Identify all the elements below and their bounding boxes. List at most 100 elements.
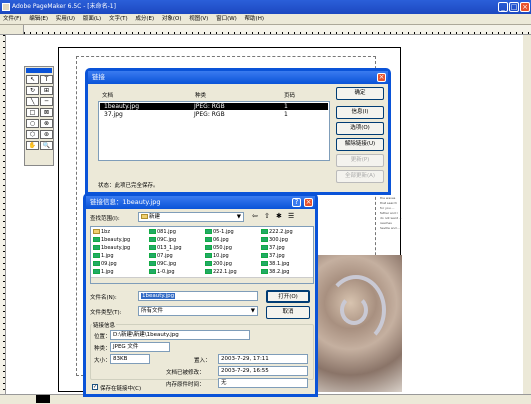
original-modified-label: 内存原件时间：	[166, 382, 205, 388]
close-button[interactable]: ×	[520, 2, 530, 12]
ellipse-tool[interactable]: ○	[26, 119, 39, 128]
image-file-icon	[149, 261, 156, 266]
rectangle-frame-tool[interactable]: ⊠	[40, 108, 53, 117]
hand-tool[interactable]: ✋	[26, 141, 39, 150]
constrained-line-tool[interactable]: ─	[40, 97, 53, 106]
text-tool[interactable]: T	[40, 75, 53, 84]
vertical-scrollbar[interactable]	[523, 35, 531, 394]
file-item[interactable]: 1beauty.jpg	[93, 237, 130, 244]
file-item[interactable]: 300.jpg	[261, 237, 288, 244]
file-item[interactable]: 37.jpg	[261, 245, 285, 252]
unlink-button[interactable]: 解除链接(U)	[336, 138, 384, 151]
file-item[interactable]: 05-1.jpg	[205, 229, 234, 236]
menu-utilities[interactable]: 实用(U)	[53, 14, 78, 25]
file-item[interactable]: 200.jpg	[205, 261, 232, 268]
links-list-row[interactable]: 1beauty.jpg JPEG: RGB 1	[100, 103, 328, 110]
links-list[interactable]: 1beauty.jpg JPEG: RGB 1 37.jpg JPEG: RGB…	[98, 101, 330, 161]
menu-element[interactable]: 成分(E)	[132, 14, 157, 25]
file-item[interactable]: 1.jpg	[93, 253, 114, 260]
ok-button[interactable]: 确定	[336, 87, 384, 100]
file-item[interactable]: 1beauty.jpg	[93, 245, 130, 252]
cancel-button[interactable]: 取消	[266, 306, 310, 319]
crop-tool[interactable]: ⊞	[40, 86, 53, 95]
menu-object[interactable]: 对象(O)	[159, 14, 185, 25]
file-item[interactable]: 1-0.jpg	[149, 269, 175, 276]
options-button[interactable]: 选项(O)	[336, 122, 384, 135]
menu-layout[interactable]: 版面(L)	[80, 14, 104, 25]
menu-help[interactable]: 帮助(H)	[242, 14, 267, 25]
file-item[interactable]: 081.jpg	[149, 229, 176, 236]
file-list[interactable]: 1bz 1beauty.jpg 1beauty.jpg 1.jpg 09.jpg…	[90, 226, 314, 284]
image-file-icon	[149, 237, 156, 242]
file-item[interactable]: 013_1.jpg	[149, 245, 182, 252]
file-item[interactable]: 10.jpg	[205, 253, 229, 260]
update-button[interactable]: 更新(P)	[336, 154, 384, 167]
kind-label: 种类：	[94, 346, 111, 352]
file-item[interactable]: 222.1.jpg	[205, 269, 237, 276]
file-item[interactable]: 07.jpg	[149, 253, 173, 260]
info-button[interactable]: 信息(I)	[336, 106, 384, 119]
zoom-tool[interactable]: 🔍	[40, 141, 53, 150]
file-item[interactable]: 222.2.jpg	[261, 229, 293, 236]
look-in-label: 查找范围(I):	[90, 216, 120, 222]
file-item[interactable]: 09.jpg	[93, 261, 117, 268]
links-list-row[interactable]: 37.jpg JPEG: RGB 1	[100, 111, 328, 118]
file-item[interactable]: 050.jpg	[205, 245, 232, 252]
menu-file[interactable]: 文件(F)	[0, 14, 24, 25]
toolbox-title	[26, 68, 52, 73]
horizontal-ruler[interactable]	[24, 25, 531, 35]
file-item[interactable]: 1.jpg	[93, 269, 114, 276]
store-in-publication-checkbox[interactable]: ✓	[92, 384, 98, 390]
menu-window[interactable]: 窗口(W)	[213, 14, 240, 25]
page-icon[interactable]	[36, 395, 50, 403]
image-file-icon	[205, 245, 212, 250]
file-item[interactable]: 38.2.jpg	[261, 269, 289, 276]
filename-label: 文件名(N):	[90, 295, 117, 301]
filename-input[interactable]: 1beauty.jpg	[138, 291, 258, 301]
image-file-icon	[261, 269, 268, 274]
open-button[interactable]: 打开(O)	[266, 290, 310, 303]
file-item[interactable]: 38.1.jpg	[261, 261, 289, 268]
polygon-tool[interactable]: ⬡	[26, 130, 39, 139]
column-header-kind[interactable]: 种类	[195, 91, 206, 99]
image-file-icon	[149, 245, 156, 250]
column-header-page[interactable]: 页码	[284, 91, 295, 99]
menu-type[interactable]: 文字(T)	[106, 14, 131, 25]
document-text-frame[interactable]: the waves that search for you ... father…	[380, 196, 402, 296]
image-file-icon	[261, 245, 268, 250]
app-icon	[2, 3, 10, 11]
image-file-icon	[149, 229, 156, 234]
look-in-select[interactable]: 新建 ▼	[138, 212, 244, 222]
column-header-document[interactable]: 文档	[102, 91, 113, 99]
up-folder-icon[interactable]: ⇧	[264, 212, 270, 220]
update-all-button[interactable]: 全部更新(A)	[336, 170, 384, 183]
line-tool[interactable]: ╲	[26, 97, 39, 106]
file-item[interactable]: 1bz	[93, 229, 110, 236]
polygon-frame-tool[interactable]: ⊛	[40, 130, 53, 139]
link-info-dialog-close-icon[interactable]: ×	[304, 198, 313, 207]
file-item[interactable]: 37.jpg	[261, 253, 285, 260]
new-folder-icon[interactable]: ✱	[276, 212, 282, 220]
location-field: D:\新建\新建\1beauty.jpg	[110, 330, 250, 340]
maximize-button[interactable]: □	[509, 2, 519, 12]
placed-field: 2003-7-29, 17:11	[218, 354, 308, 364]
modified-label: 文档已被修改：	[166, 370, 205, 376]
menu-edit[interactable]: 编辑(E)	[26, 14, 51, 25]
view-menu-icon[interactable]: ☰	[288, 212, 294, 220]
pointer-tool[interactable]: ↖	[26, 75, 39, 84]
file-item[interactable]: 06.jpg	[205, 237, 229, 244]
file-item[interactable]: 09C.jpg	[149, 261, 176, 268]
filetype-select[interactable]: 所有文件 ▼	[138, 306, 258, 316]
rectangle-tool[interactable]: □	[26, 108, 39, 117]
minimize-button[interactable]: _	[498, 2, 508, 12]
ellipse-frame-tool[interactable]: ⊗	[40, 119, 53, 128]
menu-view[interactable]: 视图(V)	[186, 14, 211, 25]
file-list-scrollbar[interactable]	[91, 277, 313, 283]
ruler-corner[interactable]	[0, 25, 24, 35]
image-file-icon	[205, 261, 212, 266]
back-icon[interactable]: ⇦	[252, 212, 258, 220]
rotate-tool[interactable]: ↻	[26, 86, 39, 95]
file-item[interactable]: 09C.jpg	[149, 237, 176, 244]
links-dialog-close-icon[interactable]: ×	[377, 73, 386, 82]
help-icon[interactable]: ?	[292, 198, 301, 207]
